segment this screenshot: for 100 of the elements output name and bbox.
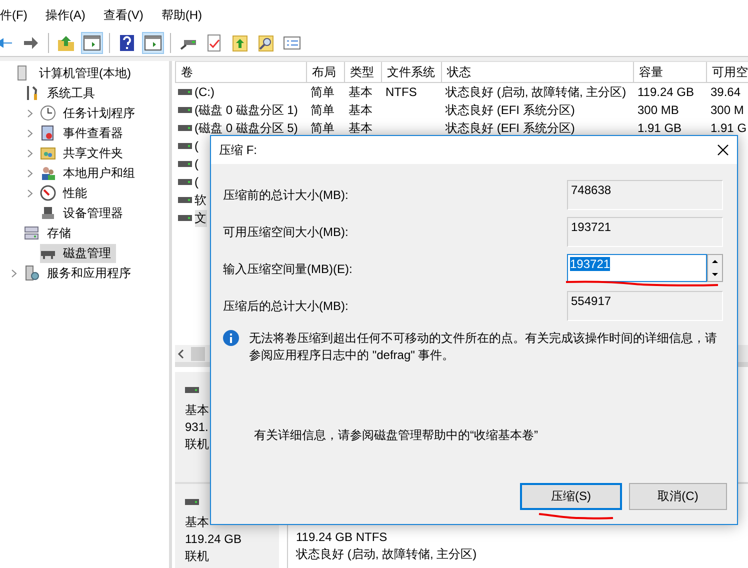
document-check-icon[interactable] <box>205 34 223 52</box>
search-icon[interactable] <box>257 34 275 52</box>
table-cell: 119.24 GB <box>638 85 694 99</box>
tree-item[interactable]: 任务计划程序 <box>40 104 140 122</box>
shared-folder-icon <box>40 145 56 161</box>
table-cell[interactable]: (磁盘 0 磁盘分区 5) <box>194 120 298 136</box>
table-cell: 状态良好 (启动, 故障转储, 主分区) <box>446 84 626 98</box>
disk-info: 931. <box>185 419 208 436</box>
table-cell: 状态良好 (EFI 系统分区) <box>446 120 575 134</box>
tree-item[interactable]: 共享文件夹 <box>40 144 128 162</box>
dialog-title: 压缩 F: <box>219 142 257 158</box>
partition-info: 119.24 GB NTFS <box>296 529 388 546</box>
disk-info: 基本 <box>185 402 209 419</box>
drive-icon <box>178 125 192 131</box>
help-text: 有关详细信息，请参阅磁盘管理帮助中的“收缩基本卷” <box>254 427 539 444</box>
table-cell: 简单 <box>310 120 334 134</box>
drive-icon <box>178 179 192 185</box>
window-icon[interactable] <box>83 34 101 52</box>
expand-chevron-icon[interactable] <box>27 168 33 178</box>
table-cell: 1.91 G <box>710 121 747 135</box>
menu-item[interactable]: 操作(A) <box>45 6 94 24</box>
expand-chevron-icon[interactable] <box>27 128 33 138</box>
services-icon <box>24 265 40 281</box>
column-header[interactable]: 类型 <box>344 62 382 82</box>
help-icon[interactable] <box>118 34 136 52</box>
tree-item[interactable]: 磁盘管理 <box>40 244 116 262</box>
drive-icon <box>185 499 199 505</box>
upload-icon[interactable] <box>231 34 249 52</box>
column-header[interactable]: 容量 <box>634 62 706 82</box>
dialog-button[interactable]: 压缩(S) <box>520 483 622 510</box>
wrench-icon <box>24 85 40 101</box>
tree-item[interactable]: 设备管理器 <box>40 204 128 222</box>
expand-chevron-icon[interactable] <box>11 268 17 278</box>
users-icon <box>40 165 56 181</box>
column-header[interactable]: 状态 <box>442 62 634 82</box>
disk-info: 联机 <box>185 436 209 453</box>
dialog-button[interactable]: 取消(C) <box>629 483 727 510</box>
table-cell: 39.64 <box>710 85 741 99</box>
tree-item[interactable]: 事件查看器 <box>40 124 128 142</box>
drive-icon <box>178 161 192 167</box>
column-header[interactable]: 布局 <box>306 62 344 82</box>
drive-icon <box>178 89 192 95</box>
field-label: 可用压缩空间大小(MB): <box>223 224 348 240</box>
column-header[interactable]: 文件系统 <box>382 62 442 82</box>
table-cell: 基本 <box>348 120 372 134</box>
table-cell: 基本 <box>348 102 372 116</box>
tree-item[interactable]: 本地用户和组 <box>40 164 140 182</box>
table-cell: 状态良好 (EFI 系统分区) <box>446 102 575 116</box>
table-cell: 基本 <box>348 84 372 98</box>
menu-item[interactable]: 件(F) <box>0 6 36 24</box>
menu-item[interactable]: 查看(V) <box>103 6 152 24</box>
table-cell: 1.91 GB <box>638 121 682 135</box>
column-header[interactable]: 可用空 <box>706 62 748 82</box>
drive-icon <box>178 197 192 203</box>
info-message: 无法将卷压缩到超出任何不可移动的文件所在的点。有关完成该操作时间的详细信息，请参阅应用程序日志中的 "defrag" 事件。 <box>249 330 718 364</box>
field-label: 压缩前的总计大小(MB): <box>223 186 348 204</box>
disk-info: 联机 <box>185 548 209 565</box>
drive-icon <box>178 107 192 113</box>
field-label: 压缩后的总计大小(MB): <box>223 298 348 314</box>
list-icon[interactable] <box>283 34 301 52</box>
table-cell[interactable]: ( <box>194 139 198 153</box>
drive-icon <box>185 387 199 393</box>
table-cell[interactable]: ( <box>194 157 198 171</box>
tree-item[interactable]: 存储 <box>24 224 76 242</box>
expand-chevron-icon[interactable] <box>27 108 33 118</box>
column-header[interactable]: 卷 <box>176 62 306 82</box>
table-cell: 简单 <box>310 84 334 98</box>
gauge-icon <box>40 185 56 201</box>
disk-info: 119.24 GB <box>185 531 242 548</box>
table-cell[interactable]: (磁盘 0 磁盘分区 1) <box>194 102 298 118</box>
clock-icon <box>40 105 56 121</box>
table-cell: 300 M <box>710 103 744 117</box>
tree-item[interactable]: 计算机管理(本地) <box>16 64 136 82</box>
table-cell[interactable]: 文 <box>194 210 206 226</box>
input-field[interactable]: 193721 <box>567 254 707 282</box>
table-cell: 简单 <box>310 102 334 116</box>
table-cell: 300 MB <box>638 103 679 117</box>
tree-item[interactable]: 系统工具 <box>24 84 100 102</box>
disk-info: 基本 <box>185 514 209 531</box>
tree-item[interactable]: 性能 <box>40 184 92 202</box>
expand-chevron-icon[interactable] <box>27 148 33 158</box>
expand-chevron-icon[interactable] <box>27 188 33 198</box>
table-cell[interactable]: ( <box>194 175 198 189</box>
event-log-icon <box>40 125 56 141</box>
folder-icon[interactable] <box>57 34 75 52</box>
table-cell: NTFS <box>386 85 417 99</box>
storage-icon <box>24 225 40 241</box>
device-icon <box>40 205 56 221</box>
info-icon <box>223 330 239 346</box>
drive-icon <box>178 143 192 149</box>
tree-item[interactable]: 服务和应用程序 <box>24 264 136 282</box>
window-icon[interactable] <box>144 34 162 52</box>
scroll-thumb[interactable] <box>191 346 205 360</box>
table-cell[interactable]: (C:) <box>194 85 214 99</box>
readonly-field: 554917 <box>567 291 723 321</box>
drive-icon <box>178 215 192 221</box>
table-cell[interactable]: 软 <box>194 192 206 208</box>
menu-item[interactable]: 帮助(H) <box>161 6 210 24</box>
close-icon[interactable] <box>717 144 729 156</box>
forward-arrow-icon[interactable] <box>22 34 40 52</box>
